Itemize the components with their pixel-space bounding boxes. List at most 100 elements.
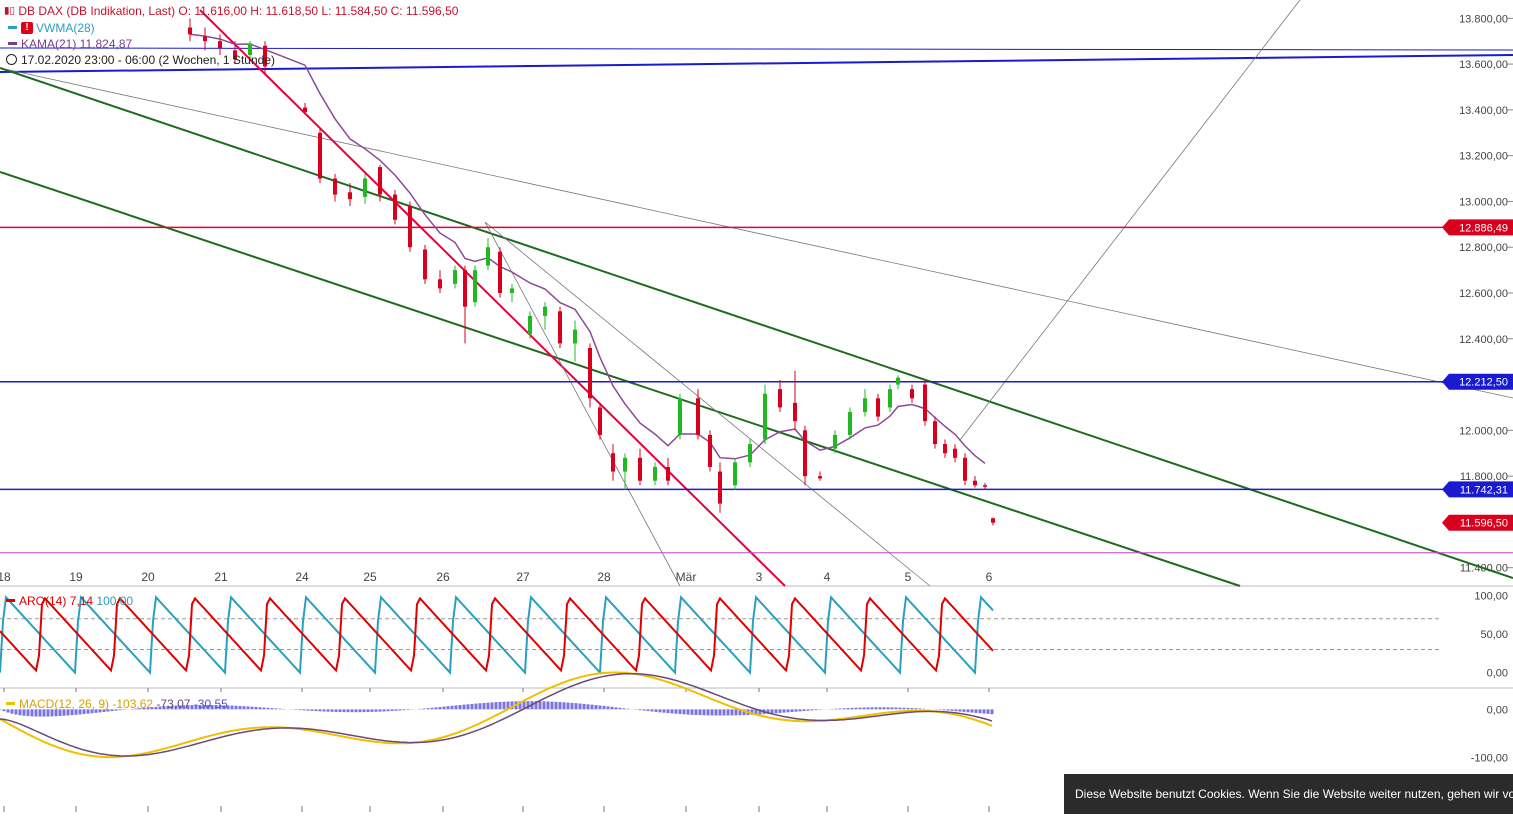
macd-hist-bar (890, 707, 894, 710)
macd-hist-bar (474, 703, 478, 710)
candle-body (453, 270, 457, 284)
macd-hist-bar (602, 705, 606, 710)
macd-hist-bar (242, 706, 246, 710)
candle-body (696, 398, 700, 435)
aroon-tick-label: 100,00 (1474, 591, 1508, 603)
macd-hist-bar (266, 707, 270, 710)
price-tick-label: 12.800,00 (1459, 242, 1508, 254)
x-axis-label: 19 (69, 570, 83, 584)
macd-hist-bar (610, 706, 614, 710)
macd-hist-bar (298, 709, 302, 711)
macd-hist-bar (786, 709, 790, 713)
candle-body (973, 480, 977, 486)
macd-hist-bar (438, 706, 442, 710)
macd-hist-bar (974, 709, 978, 713)
x-axis-label: 24 (295, 570, 309, 584)
candle-body (923, 384, 927, 422)
price-level-label: 11.596,50 (1460, 518, 1508, 530)
macd-tick-label: -100,00 (1471, 753, 1508, 765)
macd-hist-bar (406, 709, 410, 710)
x-axis-label: 4 (824, 570, 831, 584)
macd-hist-bar (246, 706, 250, 710)
price-tick-label: 13.600,00 (1459, 59, 1508, 71)
warning-icon[interactable]: ! (21, 21, 33, 34)
candle-body (543, 306, 547, 316)
trendline-grey-fan (484, 221, 681, 587)
macd-hist-bar (650, 709, 654, 712)
aroon-name: ARO(14) (19, 593, 67, 608)
candle-body (708, 434, 712, 467)
vwma-swatch-icon (8, 26, 17, 30)
macd-hist-bar (554, 701, 558, 710)
macd-hist-bar (258, 707, 262, 710)
price-tick-label: 12.400,00 (1459, 334, 1508, 346)
macd-hist-bar (702, 709, 706, 716)
aroon-up-line (0, 595, 994, 676)
candle-body (498, 251, 502, 293)
macd-hist-bar (906, 707, 910, 710)
candle-body (393, 194, 397, 220)
price-level-label: 12.886,49 (1459, 222, 1508, 234)
aroon-panel[interactable]: 0,00 50,00 100,00 (0, 591, 1513, 692)
macd-hist-bar (898, 707, 902, 710)
macd-signal-value: -73,07 (156, 696, 191, 711)
macd-hist-bar (662, 709, 666, 713)
macd-hist-bar (834, 708, 838, 710)
candle-body (463, 270, 467, 307)
cookie-banner-text: Diese Website benutzt Cookies. Wenn Sie … (1075, 787, 1513, 801)
price-tick-label: 12.000,00 (1459, 425, 1508, 437)
macd-hist-bar (442, 706, 446, 710)
macd-hist-bar (730, 709, 734, 716)
macd-hist-bar (622, 708, 626, 710)
macd-hist-bar (586, 704, 590, 710)
macd-hist-bar (234, 705, 238, 710)
macd-name: MACD(12, 26, 9) (19, 696, 110, 711)
macd-hist-bar (0, 709, 2, 710)
price-level-label: 12.212,50 (1459, 377, 1508, 389)
macd-hist-bar (338, 709, 342, 713)
x-axis-label: 28 (597, 570, 611, 584)
candle-body (218, 41, 222, 49)
macd-hist-bar (526, 701, 530, 710)
macd-hist-bar (870, 707, 874, 710)
candle-body (510, 288, 514, 293)
x-axis-label: 5 (905, 570, 912, 584)
macd-hist-bar (866, 707, 870, 710)
trendline-grey-up (959, 0, 1301, 441)
macd-hist-bar (274, 708, 278, 710)
price-tick-label: 13.400,00 (1459, 105, 1508, 117)
macd-hist-bar (550, 701, 554, 710)
candle-body (876, 398, 880, 417)
macd-swatch-icon (6, 702, 15, 706)
x-axis-label: 25 (363, 570, 377, 584)
macd-hist-value: -30,55 (193, 696, 228, 711)
macd-hist-bar (706, 709, 710, 716)
macd-hist-bar (694, 709, 698, 715)
macd-hist-bar (670, 709, 674, 714)
macd-hist-bar (538, 701, 542, 710)
candle-body (678, 398, 682, 435)
kama-swatch-icon (8, 42, 17, 46)
macd-hist-bar (542, 701, 546, 710)
macd-tick-label: 0,00 (1487, 704, 1508, 716)
x-axis-label: 26 (436, 570, 450, 584)
legend-main: ▮▯ DB DAX (DB Indikation, Last) O: 11.61… (4, 3, 458, 18)
macd-hist-bar (862, 707, 866, 710)
price-tick-label: 13.000,00 (1459, 196, 1508, 208)
macd-hist-bar (346, 709, 350, 713)
macd-hist-bar (230, 705, 234, 710)
cookie-banner[interactable]: Diese Website benutzt Cookies. Wenn Sie … (1064, 774, 1513, 814)
macd-hist-bar (558, 702, 562, 710)
candle-body (423, 249, 427, 280)
x-axis-label: 3 (756, 570, 763, 584)
macd-hist-bar (270, 708, 274, 710)
macd-hist-bar (362, 709, 366, 713)
candle-body (611, 453, 615, 472)
price-panel[interactable]: 11.400,0011.600,0011.800,0012.000,0012.2… (0, 0, 1513, 587)
macd-hist-bar (594, 705, 598, 710)
macd-hist-bar (326, 709, 330, 712)
candle-body (318, 132, 322, 179)
macd-hist-bar (390, 709, 394, 712)
macd-hist-bar (322, 709, 326, 712)
candle-body (408, 206, 412, 248)
